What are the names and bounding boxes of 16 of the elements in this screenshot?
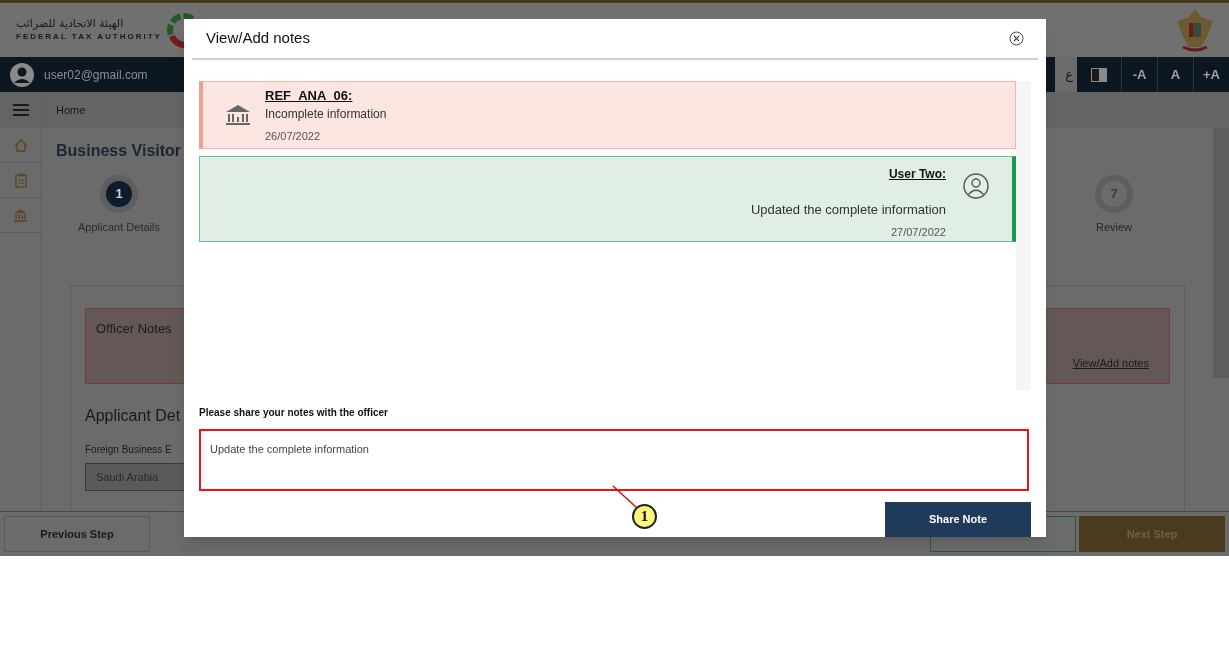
note-date: 26/07/2022 xyxy=(265,129,322,145)
note-text: Incomplete information xyxy=(265,106,387,124)
note-text: Updated the complete information xyxy=(750,201,946,220)
section-title: Applicant Det xyxy=(85,407,181,425)
logo-arabic-text: الهيئة الاتحادية للضرائب xyxy=(16,17,124,31)
note-author: User Two: xyxy=(888,166,946,184)
logo-english-text: FEDERAL TAX AUTHORITY xyxy=(16,31,162,43)
note-date: 27/07/2022 xyxy=(890,224,946,240)
step-label: Review xyxy=(1095,219,1133,235)
officer-notes-title: Officer Notes xyxy=(96,320,172,339)
notes-input-label: Please share your notes with the officer xyxy=(199,406,388,418)
note-author: REF_ANA_06: xyxy=(265,86,354,105)
field-label: Foreign Business E xyxy=(85,444,172,456)
page-title: Business Visitor xyxy=(56,141,182,159)
step-label: Applicant Details xyxy=(78,219,160,235)
dialog-title: View/Add notes xyxy=(205,28,310,49)
